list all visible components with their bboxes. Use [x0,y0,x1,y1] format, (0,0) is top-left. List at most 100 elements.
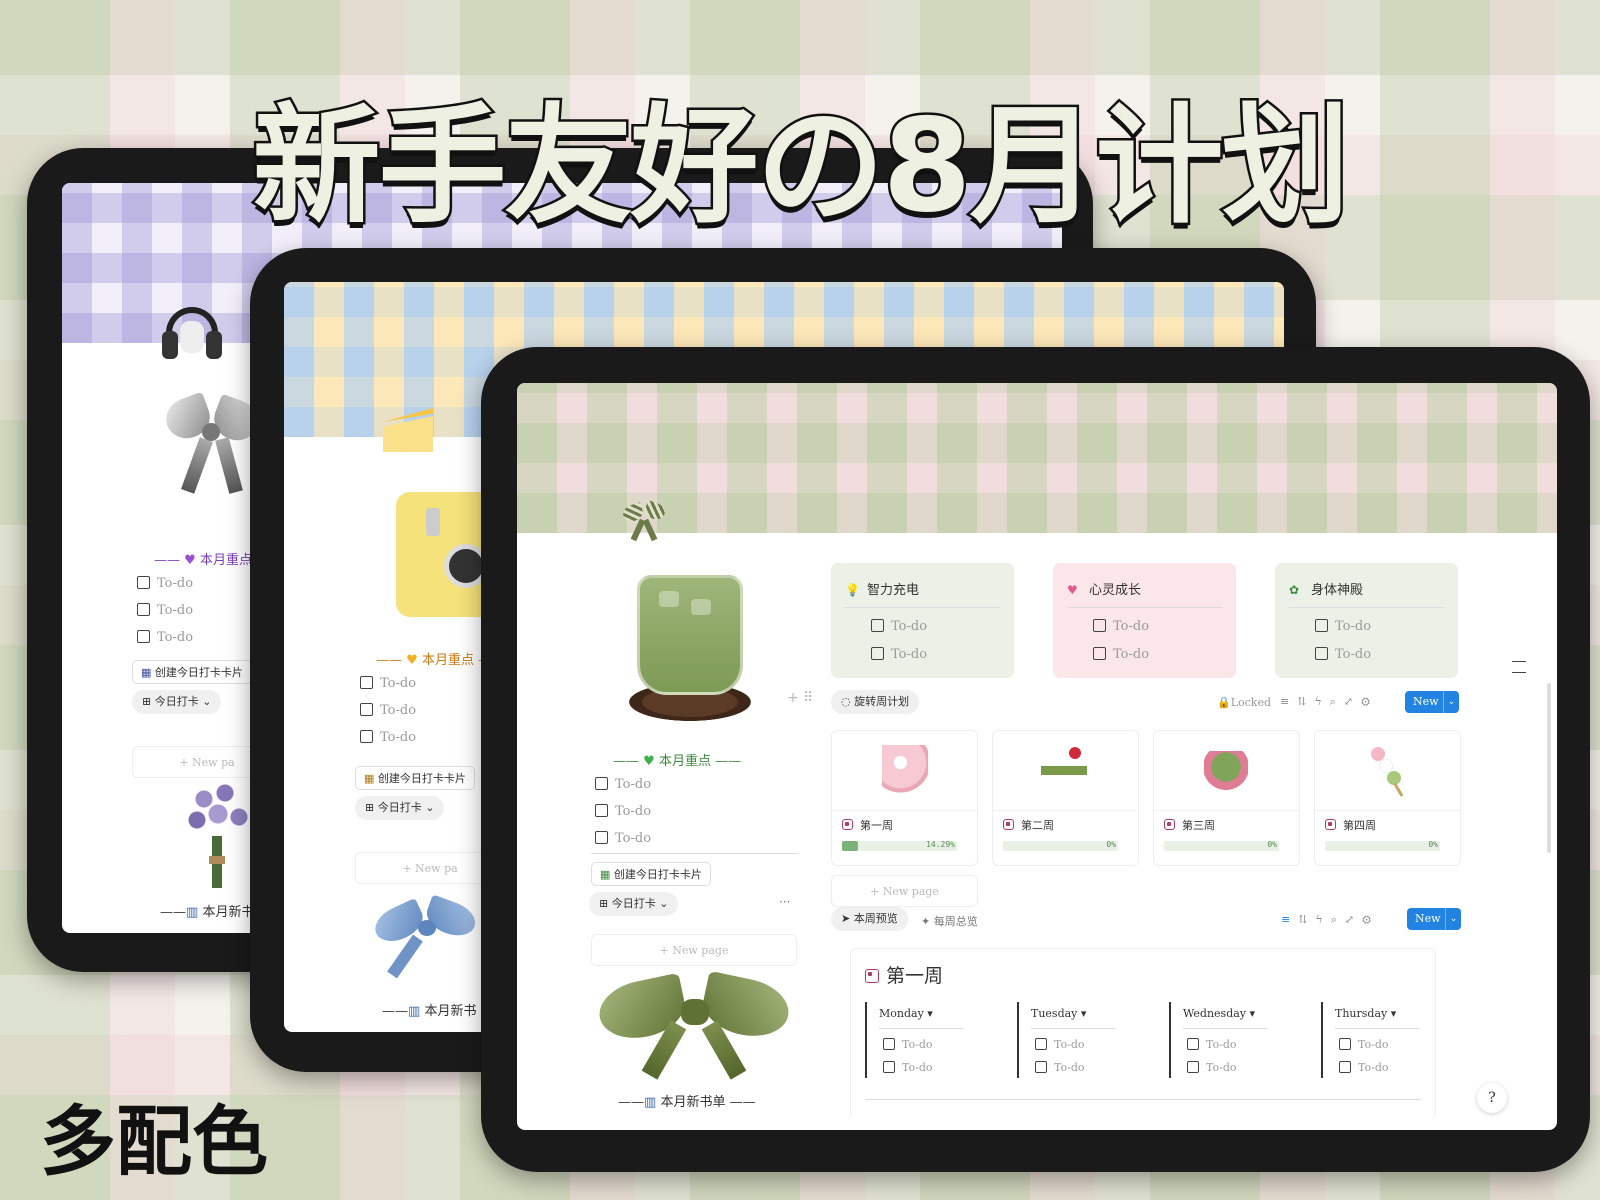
expand-icon[interactable]: ⤢ [1345,913,1362,926]
sort-icon[interactable]: ⇅ [1297,695,1314,708]
checkbox[interactable] [360,703,373,716]
checkbox[interactable] [1035,1038,1047,1050]
day-todo[interactable]: To-do [1035,1035,1085,1055]
pink-cake-image [832,731,977,811]
scrollbar[interactable] [1547,683,1551,853]
calendar-icon: ▦ [141,666,152,679]
day-todo[interactable]: To-do [1035,1058,1085,1078]
back-create-card-button[interactable]: ▦ 创建今日打卡卡片 [132,660,252,684]
tab-weekly-overview[interactable]: ✦ 每周总览 [921,913,978,929]
front-section-label: 本月重点 [658,754,711,769]
checkbox[interactable] [595,804,608,817]
calendar-check-icon: ▦ [600,868,611,881]
checkbox[interactable] [137,630,150,643]
subtitle-multicolor: 多配色 [40,1097,268,1186]
chevron-down-icon: ⌄ [659,897,669,910]
day-todo[interactable]: To-do [883,1035,933,1055]
checkbox[interactable] [360,676,373,689]
category-card-spirit: ♥ 心灵成长 To-do To-do [1053,563,1236,678]
cat-todo[interactable]: To-do [871,613,927,640]
checkbox[interactable] [883,1038,895,1050]
day-todo[interactable]: To-do [1339,1058,1389,1078]
checkbox[interactable] [1187,1061,1199,1073]
lightning-icon[interactable]: ϟ [1315,913,1330,926]
sort-icon[interactable]: ⇅ [1298,913,1315,926]
search-icon[interactable]: ⌕ [1331,913,1345,926]
outline-toggle-icon[interactable] [1512,661,1526,673]
checkbox[interactable] [1093,619,1106,632]
back-checkin-view-button[interactable]: ⊞ 今日打卡 ⌄ [132,690,222,714]
day-todo[interactable]: To-do [1187,1035,1237,1055]
cat-todo[interactable]: To-do [1093,641,1149,668]
page-icon [1003,819,1014,830]
front-create-card-button[interactable]: ▦ 创建今日打卡卡片 [591,862,711,886]
checkbox[interactable] [360,730,373,743]
week-detail-card[interactable]: 第一周 Monday ▾ To-do To-do Tuesday ▾ To-do… [850,948,1436,1118]
back-todo-3[interactable]: To-do [137,624,193,651]
week-card-3[interactable]: 第三周 0% [1153,730,1300,866]
weekly-plan-tab[interactable]: ◌ 旋转周计划 [831,690,920,714]
front-todo-3[interactable]: To-do [595,825,651,852]
day-todo[interactable]: To-do [883,1058,933,1078]
middle-todo-3[interactable]: To-do [360,724,416,751]
block-add-handle[interactable]: + ⠿ [787,690,813,706]
checkbox[interactable] [1187,1038,1199,1050]
new-button[interactable]: New ⌄ [1405,691,1459,713]
middle-todo-2[interactable]: To-do [360,697,416,724]
expand-icon[interactable]: ⤢ [1344,695,1361,708]
back-todo-2[interactable]: To-do [137,597,193,624]
search-icon[interactable]: ⌕ [1330,695,1344,708]
day-todo[interactable]: To-do [1187,1058,1237,1078]
chevron-down-icon[interactable]: ⌄ [1445,908,1461,930]
weeks-new-page-button[interactable]: + New page [831,875,978,907]
day-todo[interactable]: To-do [1339,1035,1389,1055]
checkbox[interactable] [137,603,150,616]
middle-create-card-button[interactable]: ▦ 创建今日打卡卡片 [355,766,475,790]
front-checkin-view-button[interactable]: ⊞ 今日打卡 ⌄ [589,892,679,916]
front-todo-2[interactable]: To-do [595,798,651,825]
checkbox[interactable] [595,777,608,790]
tab-week-preview[interactable]: ➤ 本周预览 [831,907,908,931]
checkbox[interactable] [595,831,608,844]
middle-todo-1[interactable]: To-do [360,670,416,697]
checkbox[interactable] [1315,647,1328,660]
settings-icon[interactable]: ⚙ [1362,913,1379,926]
more-options-icon[interactable]: ··· [779,895,790,909]
week-card-1[interactable]: 第一周 14.29% [831,730,978,866]
day-column-tuesday: Tuesday ▾ To-do To-do [1017,1002,1116,1078]
middle-section-label: 本月重点 [421,653,474,668]
week-card-4[interactable]: 第四周 0% [1314,730,1461,866]
week-card-2[interactable]: 第二周 0% [992,730,1139,866]
gingham-bow-icon [620,499,668,545]
front-tablet: + ⠿ —— ♥ 本月重点 —— To-do To-do To-do ▦ 创建今… [481,347,1590,1172]
checkbox[interactable] [1035,1061,1047,1073]
checkbox[interactable] [871,647,884,660]
checkbox[interactable] [1339,1061,1351,1073]
checkbox[interactable] [137,576,150,589]
cat-todo[interactable]: To-do [1315,613,1371,640]
lightning-icon[interactable]: ϟ [1314,695,1329,708]
heart-icon: ♥ [1067,583,1078,597]
checkbox[interactable] [1339,1038,1351,1050]
toolbar-icons[interactable]: ≡⇅ϟ⌕⤢⚙ [1280,695,1378,709]
back-todo-1[interactable]: To-do [137,570,193,597]
checkbox[interactable] [871,619,884,632]
new-button-2[interactable]: New ⌄ [1407,908,1461,930]
book-icon: ▥ [408,1004,421,1019]
checkbox[interactable] [1315,619,1328,632]
chevron-down-icon[interactable]: ⌄ [1443,691,1459,713]
checkbox[interactable] [1093,647,1106,660]
filter-icon[interactable]: ≡ [1280,695,1297,708]
middle-checkin-view-button[interactable]: ⊞ 今日打卡 ⌄ [355,796,445,820]
checkbox[interactable] [883,1061,895,1073]
front-todo-1[interactable]: To-do [595,771,651,798]
front-new-page-button[interactable]: + New page [591,934,797,966]
settings-icon[interactable]: ⚙ [1361,695,1378,708]
cat-todo[interactable]: To-do [1093,613,1149,640]
filter-icon[interactable]: ≡ [1281,913,1298,926]
cat-todo[interactable]: To-do [871,641,927,668]
locked-indicator[interactable]: 🔒Locked [1217,696,1271,709]
cat-todo[interactable]: To-do [1315,641,1371,668]
toolbar2-icons[interactable]: ≡⇅ϟ⌕⤢⚙ [1281,913,1379,927]
help-icon[interactable]: ? [1477,1083,1507,1113]
